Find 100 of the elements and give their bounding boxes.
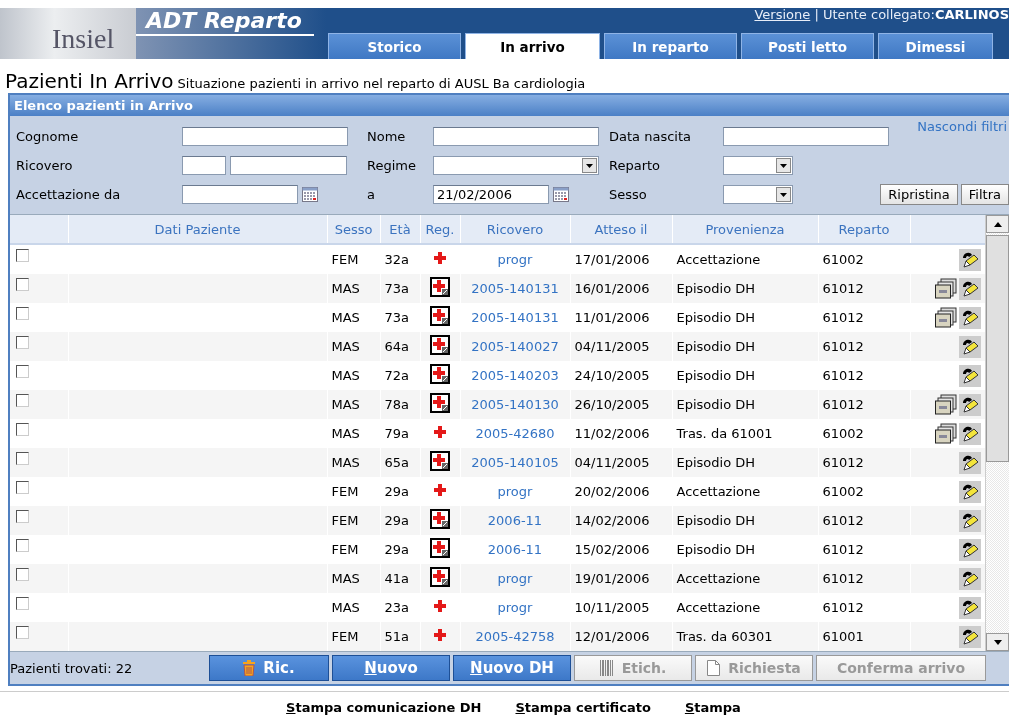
checkbox[interactable] — [16, 452, 29, 465]
folders-icon[interactable] — [934, 278, 957, 299]
column-header[interactable]: Reparto — [818, 215, 910, 244]
edit-icon[interactable] — [958, 422, 981, 445]
document-icon — [707, 660, 721, 676]
folders-icon[interactable] — [934, 423, 957, 444]
scroll-up-icon[interactable] — [993, 221, 1002, 227]
table-cell: 04/11/2005 — [570, 448, 672, 477]
text-field[interactable] — [182, 156, 226, 175]
print-link[interactable]: Stampa — [684, 700, 741, 716]
action-button[interactable]: Nuovo — [332, 655, 450, 681]
dropdown[interactable] — [723, 156, 793, 175]
table-cell: 04/11/2005 — [570, 332, 672, 361]
scroll-down-icon[interactable] — [993, 639, 1002, 645]
admission-link[interactable]: 2005-42680 — [475, 426, 555, 441]
table-cell: Episodio DH — [672, 506, 818, 535]
table-cell: 29a — [380, 506, 420, 535]
table-cell: MAS — [327, 332, 380, 361]
date-field[interactable]: 21/02/2006 — [433, 185, 549, 204]
tab[interactable]: Storico — [328, 33, 461, 59]
text-field[interactable] — [433, 127, 599, 146]
admission-link[interactable]: progr — [497, 571, 533, 586]
checkbox[interactable] — [16, 336, 29, 349]
table-cell: 61012 — [818, 332, 910, 361]
edit-icon[interactable] — [958, 277, 981, 300]
edit-icon[interactable] — [958, 393, 981, 416]
checkbox[interactable] — [16, 423, 29, 436]
edit-icon[interactable] — [958, 596, 981, 619]
filter-label: Data nascita — [609, 129, 692, 144]
edit-icon[interactable] — [958, 567, 981, 590]
edit-icon[interactable] — [958, 480, 981, 503]
admission-link[interactable]: 2005-140131 — [471, 310, 559, 325]
filter-label: Reparto — [609, 158, 662, 173]
tab[interactable]: Dimessi — [878, 33, 993, 59]
calendar-icon[interactable] — [553, 187, 569, 202]
folders-icon[interactable] — [934, 307, 957, 328]
table-cell: MAS — [327, 564, 380, 593]
table-cell: 14/02/2006 — [570, 506, 672, 535]
edit-icon[interactable] — [958, 306, 981, 329]
date-field[interactable] — [182, 185, 298, 204]
edit-icon[interactable] — [958, 335, 981, 358]
column-header[interactable]: Sesso — [327, 215, 380, 244]
edit-icon[interactable] — [958, 364, 981, 387]
table-cell: 51a — [380, 622, 420, 651]
text-field[interactable] — [723, 127, 889, 146]
edit-icon[interactable] — [958, 248, 981, 271]
checkbox[interactable] — [16, 307, 29, 320]
scrollbar[interactable] — [985, 215, 1009, 651]
version-link[interactable]: Versione — [754, 7, 811, 22]
checkbox[interactable] — [16, 249, 29, 262]
checkbox[interactable] — [16, 539, 29, 552]
edit-icon[interactable] — [958, 538, 981, 561]
filter-label: Regime — [367, 158, 417, 173]
checkbox[interactable] — [16, 626, 29, 639]
column-header[interactable]: Dati Paziente — [68, 215, 327, 244]
print-link[interactable]: Stampa comunicazione DH — [286, 700, 482, 716]
tab[interactable]: In arrivo — [465, 33, 600, 59]
tab[interactable]: In reparto — [604, 33, 737, 59]
edit-icon[interactable] — [958, 451, 981, 474]
filter-label: Cognome — [16, 129, 80, 144]
admission-link[interactable]: progr — [497, 600, 533, 615]
checkbox[interactable] — [16, 278, 29, 291]
column-header[interactable]: Ricovero — [460, 215, 570, 244]
text-field[interactable] — [182, 127, 348, 146]
print-link[interactable]: Stampa certificato — [515, 700, 651, 716]
admission-link[interactable]: 2005-140203 — [471, 368, 559, 383]
checkbox[interactable] — [16, 597, 29, 610]
edit-icon[interactable] — [958, 509, 981, 532]
dropdown[interactable] — [723, 185, 793, 204]
admission-link[interactable]: progr — [497, 484, 533, 499]
column-header[interactable]: Età — [380, 215, 420, 244]
action-button[interactable]: Nuovo DH — [453, 655, 571, 681]
table-cell: Episodio DH — [672, 448, 818, 477]
checkbox[interactable] — [16, 568, 29, 581]
column-header[interactable]: Reg. — [420, 215, 460, 244]
action-button[interactable]: Ric. — [209, 655, 329, 681]
calendar-icon[interactable] — [302, 187, 318, 202]
column-header[interactable]: Provenienza — [672, 215, 818, 244]
table-cell: MAS — [327, 448, 380, 477]
column-header[interactable]: Atteso il — [570, 215, 672, 244]
text-field[interactable] — [230, 156, 347, 175]
checkbox[interactable] — [16, 481, 29, 494]
hide-filters-link[interactable]: Nascondi filtri — [917, 119, 1009, 134]
dropdown[interactable] — [433, 156, 599, 175]
folders-icon[interactable] — [934, 394, 957, 415]
filter-button[interactable]: Ripristina — [880, 184, 958, 205]
action-button: Etich. — [574, 655, 692, 681]
edit-icon[interactable] — [958, 625, 981, 648]
admission-link[interactable]: progr — [497, 252, 533, 267]
tab[interactable]: Posti letto — [741, 33, 874, 59]
checkbox[interactable] — [16, 394, 29, 407]
filter-label: Accettazione da — [16, 187, 122, 202]
table-cell: 12/01/2006 — [570, 622, 672, 651]
table-cell: 78a — [380, 390, 420, 419]
checkbox[interactable] — [16, 510, 29, 523]
user-label: Utente collegato: — [822, 7, 935, 22]
dropdown-arrow-icon — [780, 192, 787, 197]
checkbox[interactable] — [16, 365, 29, 378]
filter-button[interactable]: Filtra — [960, 184, 1009, 205]
admission-link[interactable]: 2006-11 — [487, 542, 543, 557]
